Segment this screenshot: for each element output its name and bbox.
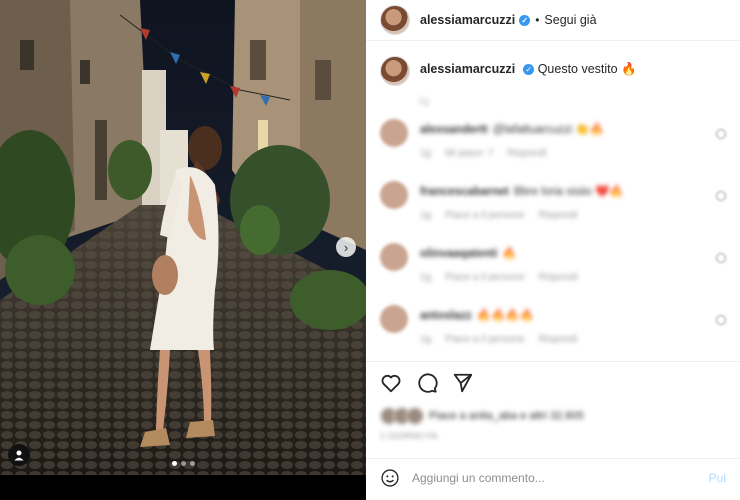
comment-item: alexsandertt @lafattuarcuzzi 👏🔥 1g Mi piac… — [380, 119, 726, 181]
comment-reply-button[interactable]: Rispondi — [507, 148, 546, 159]
comment-time: 1g — [420, 272, 432, 283]
caption-author-avatar[interactable] — [380, 56, 410, 86]
comment-likes[interactable]: Piace a il persone — [445, 210, 525, 221]
commenter-avatar[interactable] — [380, 181, 408, 209]
caption-text: alessiamarcuzzi ✓ Questo vestito 🔥 — [420, 56, 637, 77]
commenter-avatar[interactable] — [380, 243, 408, 271]
comment-likes[interactable]: Mi piace: 7 — [445, 148, 493, 159]
comment-item: antoslazz 🔥🔥🔥🔥 1g Piace a il persone Rispon… — [380, 305, 726, 367]
divider — [366, 458, 740, 459]
comment-like-icon[interactable] — [716, 129, 726, 139]
comment-text: @lafattuarcuzzi 👏🔥 — [492, 124, 605, 136]
instagram-post-modal: › alessiamarcuzzi ✓ • Segui già alessiam… — [0, 0, 740, 500]
commenter-username[interactable]: alexsandertt — [420, 124, 488, 136]
post-header: alessiamarcuzzi ✓ • Segui già — [366, 0, 740, 41]
verified-badge-icon: ✓ — [523, 64, 535, 75]
author-avatar[interactable] — [380, 5, 410, 35]
comment-item: francescabarnet Bbre loria sisiio ❤️🔥 1g P… — [380, 181, 726, 243]
comment-reply-button[interactable]: Rispondi — [539, 272, 578, 283]
comment-text: 🔥 — [502, 248, 517, 260]
commenter-username[interactable]: francescabarnet — [420, 186, 509, 198]
fire-emoji: 🔥 — [621, 62, 637, 76]
publish-button[interactable]: Pul — [709, 471, 726, 485]
comment-time: 1g — [420, 210, 432, 221]
media-bottom-bar — [0, 475, 366, 500]
carousel-dot — [171, 461, 177, 466]
heart-icon[interactable] — [380, 372, 402, 394]
comment-text: 🔥🔥🔥🔥 — [476, 310, 535, 322]
carousel-dot — [189, 461, 195, 466]
comments-list: alexsandertt @lafattuarcuzzi 👏🔥 1g Mi piac… — [366, 107, 740, 367]
carousel-dot — [180, 461, 186, 466]
commenter-username[interactable]: antoslazz — [420, 310, 472, 322]
author-username[interactable]: alessiamarcuzzi ✓ — [420, 13, 531, 27]
chevron-right-icon: › — [343, 239, 349, 255]
author-username-text[interactable]: alessiamarcuzzi — [420, 13, 515, 27]
likes-summary[interactable]: Piace a anita_aba e altri 32.805 — [380, 407, 584, 425]
commenter-avatar[interactable] — [380, 119, 408, 147]
comment-reply-button[interactable]: Rispondi — [539, 334, 578, 345]
verified-badge-icon: ✓ — [519, 15, 531, 26]
add-comment-bar: Pul — [380, 468, 726, 488]
comment-like-icon[interactable] — [716, 191, 726, 201]
comment-like-icon[interactable] — [716, 315, 726, 325]
comment-time: 1g — [420, 334, 432, 345]
comment-likes[interactable]: Piace a il persone — [445, 272, 525, 283]
comment-text: Bbre loria sisiio ❤️🔥 — [513, 186, 624, 198]
liker-avatars — [380, 407, 424, 425]
add-comment-input[interactable] — [410, 470, 704, 486]
comment-icon[interactable] — [416, 372, 438, 394]
comment-likes[interactable]: Piace a il persone — [445, 334, 525, 345]
comment-reply-button[interactable]: Rispondi — [539, 210, 578, 221]
post-actions — [380, 372, 474, 394]
caption-body: Questo vestito — [537, 62, 618, 76]
caption-username[interactable]: alessiamarcuzzi — [420, 62, 515, 76]
comment-like-icon[interactable] — [716, 253, 726, 263]
likes-text: Piace a anita_aba e altri 32.805 — [429, 410, 584, 422]
following-button[interactable]: Segui già — [544, 13, 596, 27]
header-separator: • — [535, 13, 540, 27]
send-icon[interactable] — [452, 372, 474, 394]
comment-item: olinvaaqatenti 🔥 1g Piace a il persone Risp… — [380, 243, 726, 305]
post-media[interactable]: › — [0, 0, 366, 500]
commenter-username[interactable]: olinvaaqatenti — [420, 248, 497, 260]
post-side-panel: alessiamarcuzzi ✓ • Segui già alessiamarc… — [366, 0, 740, 500]
caption-timestamp: 1g — [418, 96, 430, 107]
commenter-avatar[interactable] — [380, 305, 408, 333]
user-tag-icon — [14, 450, 24, 461]
photo-street-night — [0, 0, 366, 500]
carousel-next-button[interactable]: › — [336, 237, 356, 257]
carousel-indicator — [0, 461, 366, 466]
post-caption: alessiamarcuzzi ✓ Questo vestito 🔥 — [366, 41, 740, 86]
comment-time: 1g — [420, 148, 432, 159]
post-date: 1 GIORNO FA — [380, 431, 438, 441]
user-tag-button[interactable] — [8, 444, 30, 466]
smiley-icon[interactable] — [380, 468, 400, 488]
divider — [366, 361, 740, 362]
